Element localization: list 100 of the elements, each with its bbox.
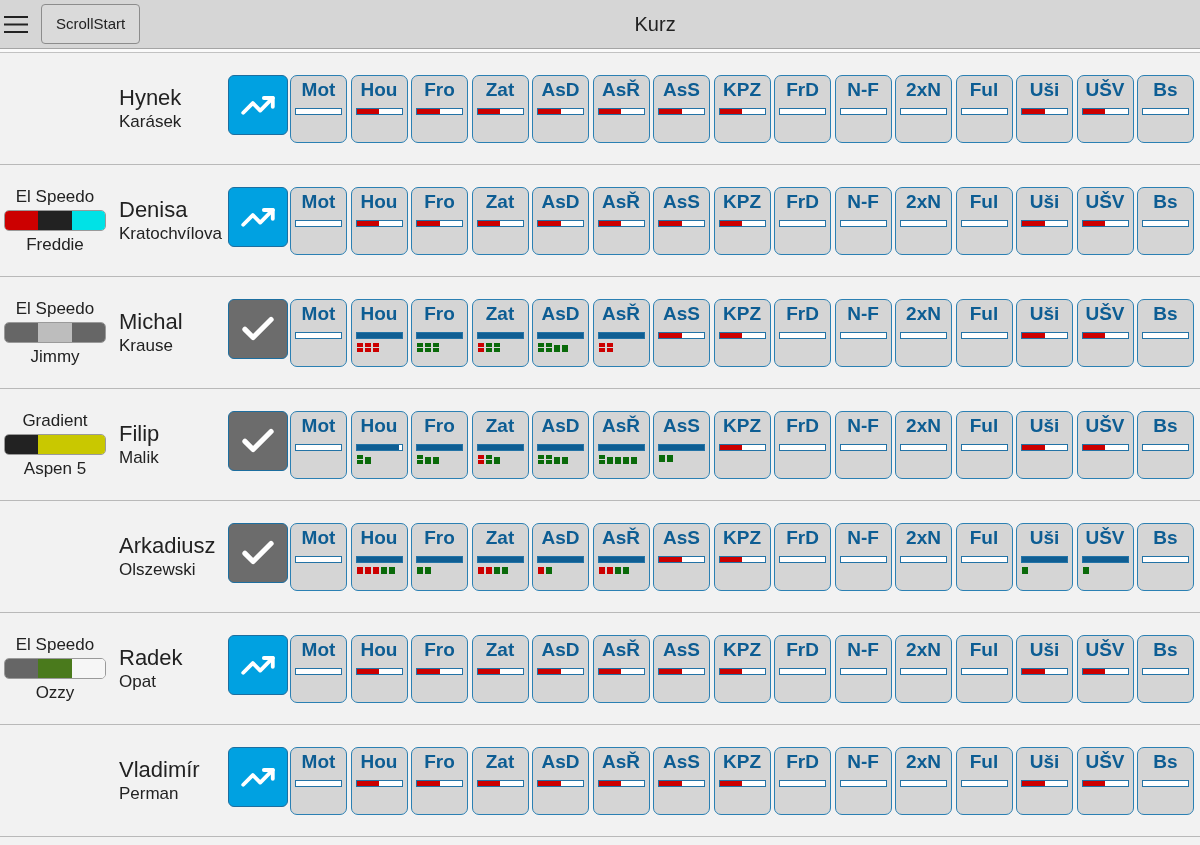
discipline-tile[interactable]: Ful xyxy=(955,74,1013,143)
discipline-tile[interactable]: Bs xyxy=(1137,522,1194,591)
discipline-tile[interactable]: Zat xyxy=(471,746,529,815)
discipline-tile[interactable]: 2xN xyxy=(895,410,952,479)
discipline-tile[interactable]: AsS xyxy=(653,74,710,143)
discipline-tile[interactable]: Mot xyxy=(290,298,347,367)
discipline-tile[interactable]: KPZ xyxy=(713,634,771,703)
discipline-tile[interactable]: Zat xyxy=(471,410,529,479)
discipline-tile[interactable]: Mot xyxy=(290,410,347,479)
discipline-tile[interactable]: Zat xyxy=(471,74,529,143)
discipline-tile[interactable]: AsD xyxy=(532,634,589,703)
discipline-tile[interactable]: FrD xyxy=(774,74,831,143)
trend-button[interactable] xyxy=(228,74,288,135)
discipline-tile[interactable]: 2xN xyxy=(895,522,952,591)
discipline-tile[interactable]: 2xN xyxy=(895,298,952,367)
discipline-tile[interactable]: AsŘ xyxy=(592,186,650,255)
discipline-tile[interactable]: UŠV xyxy=(1076,634,1134,703)
discipline-tile[interactable]: N-F xyxy=(834,298,892,367)
discipline-tile[interactable]: N-F xyxy=(834,634,892,703)
discipline-tile[interactable]: Fro xyxy=(411,522,468,591)
discipline-tile[interactable]: Uši xyxy=(1016,522,1073,591)
discipline-tile[interactable]: Hou xyxy=(350,746,408,815)
discipline-tile[interactable]: Zat xyxy=(471,186,529,255)
discipline-tile[interactable]: UŠV xyxy=(1076,74,1134,143)
discipline-tile[interactable]: Bs xyxy=(1137,186,1194,255)
discipline-tile[interactable]: AsŘ xyxy=(592,634,650,703)
check-button[interactable] xyxy=(228,298,288,359)
discipline-tile[interactable]: Uši xyxy=(1016,410,1073,479)
discipline-tile[interactable]: FrD xyxy=(774,746,831,815)
discipline-tile[interactable]: Uši xyxy=(1016,74,1073,143)
discipline-tile[interactable]: FrD xyxy=(774,298,831,367)
discipline-tile[interactable]: AsŘ xyxy=(592,746,650,815)
discipline-tile[interactable]: KPZ xyxy=(713,298,771,367)
discipline-tile[interactable]: Bs xyxy=(1137,746,1194,815)
discipline-tile[interactable]: UŠV xyxy=(1076,410,1134,479)
discipline-tile[interactable]: AsS xyxy=(653,298,710,367)
discipline-tile[interactable]: 2xN xyxy=(895,186,952,255)
discipline-tile[interactable]: Ful xyxy=(955,634,1013,703)
discipline-tile[interactable]: AsS xyxy=(653,410,710,479)
discipline-tile[interactable]: KPZ xyxy=(713,74,771,143)
discipline-tile[interactable]: Hou xyxy=(350,410,408,479)
check-button[interactable] xyxy=(228,410,288,471)
discipline-tile[interactable]: 2xN xyxy=(895,634,952,703)
discipline-tile[interactable]: KPZ xyxy=(713,410,771,479)
discipline-tile[interactable]: FrD xyxy=(774,522,831,591)
discipline-tile[interactable]: Bs xyxy=(1137,298,1194,367)
discipline-tile[interactable]: Mot xyxy=(290,634,347,703)
discipline-tile[interactable]: AsD xyxy=(532,186,589,255)
discipline-tile[interactable]: N-F xyxy=(834,746,892,815)
discipline-tile[interactable]: AsŘ xyxy=(592,74,650,143)
discipline-tile[interactable]: AsŘ xyxy=(592,298,650,367)
trend-button[interactable] xyxy=(228,186,288,247)
discipline-tile[interactable]: Hou xyxy=(350,634,408,703)
discipline-tile[interactable]: 2xN xyxy=(895,746,952,815)
discipline-tile[interactable]: Bs xyxy=(1137,634,1194,703)
discipline-tile[interactable]: Uši xyxy=(1016,298,1073,367)
discipline-tile[interactable]: Hou xyxy=(350,298,408,367)
discipline-tile[interactable]: Bs xyxy=(1137,74,1194,143)
discipline-tile[interactable]: N-F xyxy=(834,522,892,591)
discipline-tile[interactable]: AsD xyxy=(532,298,589,367)
discipline-tile[interactable]: FrD xyxy=(774,186,831,255)
discipline-tile[interactable]: Bs xyxy=(1137,410,1194,479)
menu-icon[interactable] xyxy=(4,15,28,33)
discipline-tile[interactable]: N-F xyxy=(834,74,892,143)
discipline-tile[interactable]: AsS xyxy=(653,186,710,255)
discipline-tile[interactable]: Ful xyxy=(955,746,1013,815)
discipline-tile[interactable]: UŠV xyxy=(1076,746,1134,815)
discipline-tile[interactable]: Mot xyxy=(290,522,347,591)
discipline-tile[interactable]: Zat xyxy=(471,634,529,703)
discipline-tile[interactable]: AsD xyxy=(532,746,589,815)
discipline-tile[interactable]: Hou xyxy=(350,522,408,591)
discipline-tile[interactable]: AsŘ xyxy=(592,410,650,479)
discipline-tile[interactable]: Ful xyxy=(955,186,1013,255)
discipline-tile[interactable]: Uši xyxy=(1016,634,1073,703)
discipline-tile[interactable]: AsS xyxy=(653,522,710,591)
discipline-tile[interactable]: Mot xyxy=(290,186,347,255)
discipline-tile[interactable]: Fro xyxy=(411,298,468,367)
discipline-tile[interactable]: FrD xyxy=(774,410,831,479)
discipline-tile[interactable]: UŠV xyxy=(1076,522,1134,591)
discipline-tile[interactable]: FrD xyxy=(774,634,831,703)
discipline-tile[interactable]: UŠV xyxy=(1076,186,1134,255)
discipline-tile[interactable]: AsS xyxy=(653,634,710,703)
discipline-tile[interactable]: UŠV xyxy=(1076,298,1134,367)
discipline-tile[interactable]: Ful xyxy=(955,522,1013,591)
discipline-tile[interactable]: Fro xyxy=(411,746,468,815)
discipline-tile[interactable]: AsS xyxy=(653,746,710,815)
trend-button[interactable] xyxy=(228,634,288,695)
discipline-tile[interactable]: Ful xyxy=(955,298,1013,367)
discipline-tile[interactable]: AsŘ xyxy=(592,522,650,591)
scroll-start-button[interactable]: ScrollStart xyxy=(41,4,141,44)
discipline-tile[interactable]: KPZ xyxy=(713,522,771,591)
discipline-tile[interactable]: Zat xyxy=(471,522,529,591)
discipline-tile[interactable]: N-F xyxy=(834,410,892,479)
discipline-tile[interactable]: KPZ xyxy=(713,746,771,815)
discipline-tile[interactable]: 2xN xyxy=(895,74,952,143)
discipline-tile[interactable]: Mot xyxy=(290,746,347,815)
discipline-tile[interactable]: AsD xyxy=(532,74,589,143)
discipline-tile[interactable]: Fro xyxy=(411,410,468,479)
discipline-tile[interactable]: Hou xyxy=(350,74,408,143)
discipline-tile[interactable]: KPZ xyxy=(713,186,771,255)
